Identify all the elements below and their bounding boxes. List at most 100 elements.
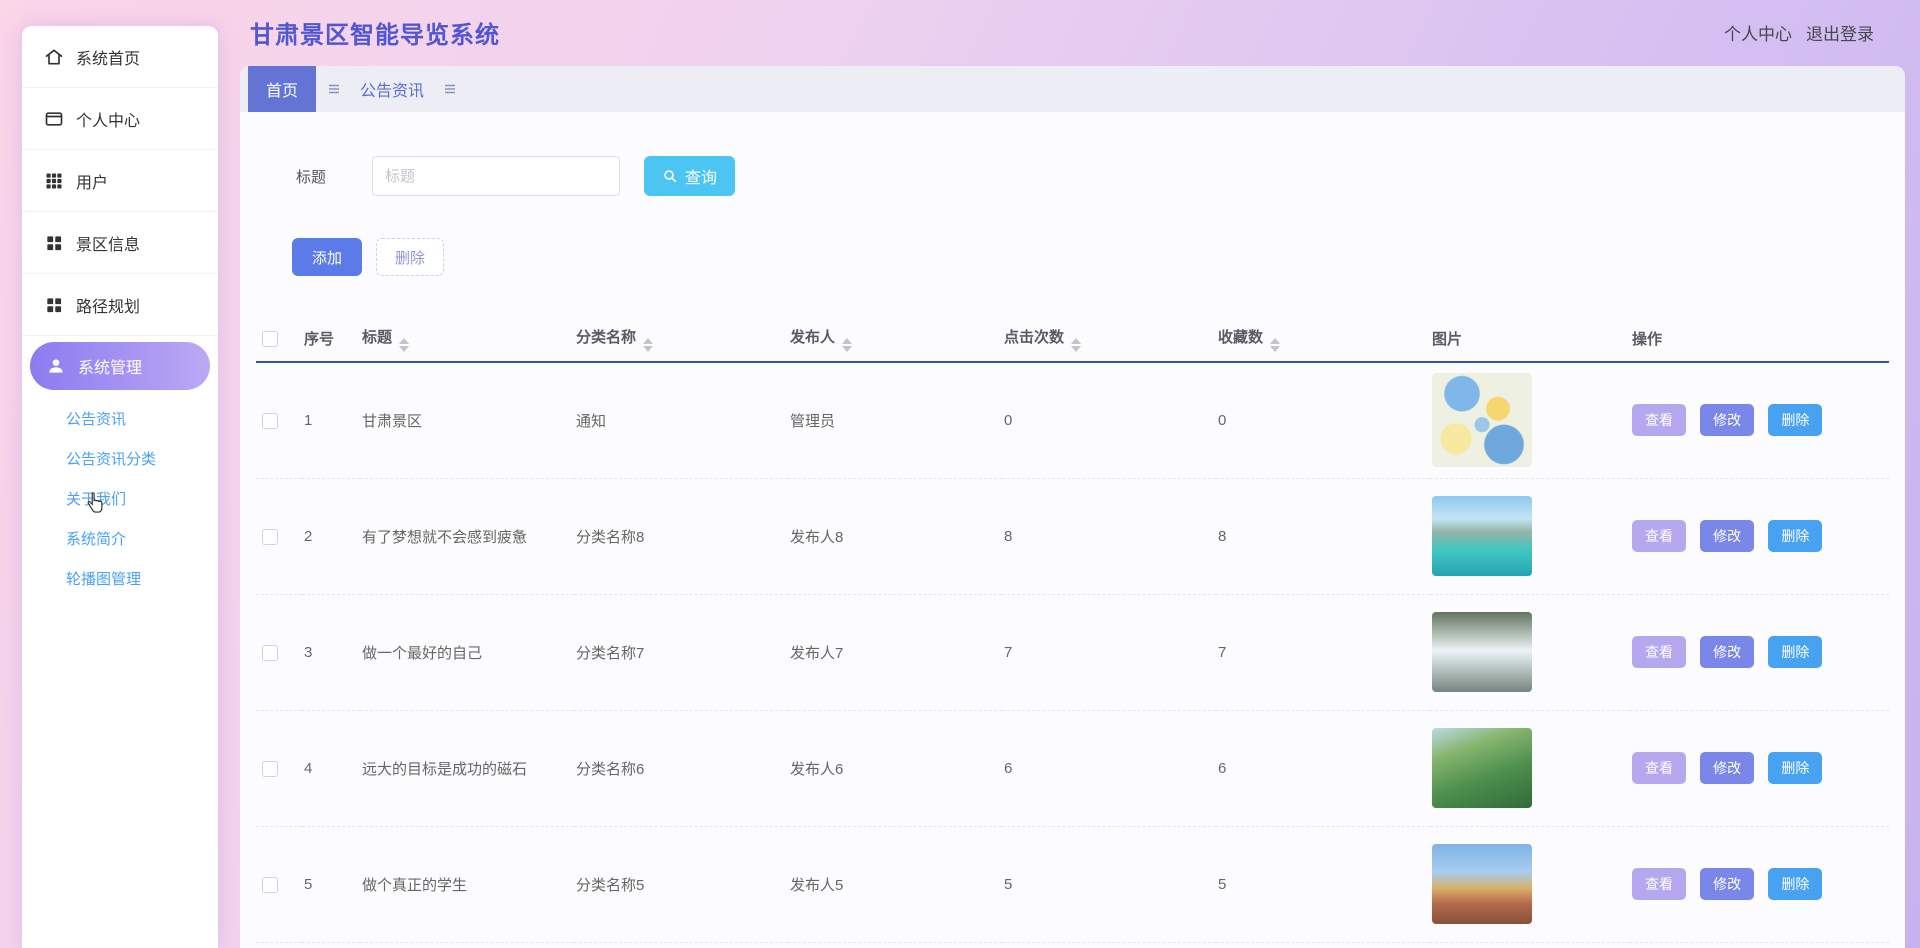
select-all-checkbox[interactable]	[262, 331, 278, 347]
tab-drag-icon	[326, 81, 342, 97]
edit-button[interactable]: 修改	[1700, 868, 1754, 900]
cell-publisher: 管理员	[788, 362, 1002, 478]
table-body: 1 甘肃景区 通知 管理员 0 0 查看 修改 删除 2 有了梦想就不会感到疲惫…	[256, 362, 1889, 942]
sidebar-item-home[interactable]: 系统首页	[22, 26, 218, 88]
row-delete-button[interactable]: 删除	[1768, 404, 1822, 436]
topbar-links: 个人中心 退出登录	[1710, 0, 1874, 64]
logout-link[interactable]: 退出登录	[1806, 20, 1874, 45]
query-button[interactable]: 查询	[644, 156, 735, 196]
profile-link[interactable]: 个人中心	[1724, 20, 1792, 45]
grid9-icon	[44, 171, 64, 191]
row-checkbox[interactable]	[262, 877, 278, 893]
delete-button[interactable]: 删除	[376, 238, 444, 276]
view-button[interactable]: 查看	[1632, 636, 1686, 668]
cell-index: 4	[302, 710, 360, 826]
sort-icon[interactable]	[1071, 338, 1081, 352]
cell-title: 做个真正的学生	[360, 826, 574, 942]
col-actions: 操作	[1630, 316, 1889, 362]
search-input[interactable]	[372, 156, 620, 196]
sidebar-item-users[interactable]: 用户	[22, 150, 218, 212]
row-delete-button[interactable]: 删除	[1768, 636, 1822, 668]
table-header-row: 序号 标题 分类名称 发布人 点击次数 收藏数 图片 操作	[256, 316, 1889, 362]
sidebar-item-label: 系统首页	[76, 45, 140, 69]
cell-publisher: 发布人8	[788, 478, 1002, 594]
sidebar-item-label: 系统管理	[78, 354, 142, 378]
sidebar-subitem-about-us[interactable]: 关于我们	[66, 478, 218, 518]
table-row: 1 甘肃景区 通知 管理员 0 0 查看 修改 删除	[256, 362, 1889, 478]
sidebar-item-label: 景区信息	[76, 231, 140, 255]
edit-button[interactable]: 修改	[1700, 404, 1754, 436]
row-image	[1432, 844, 1532, 924]
cell-category: 分类名称5	[574, 826, 788, 942]
row-image	[1432, 496, 1532, 576]
row-delete-button[interactable]: 删除	[1768, 752, 1822, 784]
tab-drag-icon	[442, 81, 458, 97]
row-delete-button[interactable]: 删除	[1768, 520, 1822, 552]
view-button[interactable]: 查看	[1632, 752, 1686, 784]
row-checkbox[interactable]	[262, 529, 278, 545]
cell-publisher: 发布人6	[788, 710, 1002, 826]
col-image: 图片	[1430, 316, 1630, 362]
cell-clicks: 6	[1002, 710, 1216, 826]
cell-clicks: 7	[1002, 594, 1216, 710]
cell-title: 有了梦想就不会感到疲惫	[360, 478, 574, 594]
system-management-submenu: 公告资讯 公告资讯分类 关于我们 系统简介 轮播图管理	[22, 390, 218, 598]
cell-favorites: 0	[1216, 362, 1430, 478]
table-row: 5 做个真正的学生 分类名称5 发布人5 5 5 查看 修改 删除	[256, 826, 1889, 942]
cell-clicks: 8	[1002, 478, 1216, 594]
cell-index: 1	[302, 362, 360, 478]
sidebar-subitem-carousel-management[interactable]: 轮播图管理	[66, 558, 218, 598]
search-icon	[662, 168, 678, 184]
cell-favorites: 8	[1216, 478, 1430, 594]
cell-publisher: 发布人7	[788, 594, 1002, 710]
add-button[interactable]: 添加	[292, 238, 362, 276]
cell-title: 远大的目标是成功的磁石	[360, 710, 574, 826]
sort-icon[interactable]	[842, 338, 852, 352]
sidebar-subitem-announcement-categories[interactable]: 公告资讯分类	[66, 438, 218, 478]
cell-category: 分类名称7	[574, 594, 788, 710]
main-content: 首页 公告资讯 标题 查询 添加 删除	[240, 66, 1905, 948]
row-delete-button[interactable]: 删除	[1768, 868, 1822, 900]
sidebar-item-route-planning[interactable]: 路径规划	[22, 274, 218, 336]
edit-button[interactable]: 修改	[1700, 636, 1754, 668]
sort-icon[interactable]	[1270, 338, 1280, 352]
row-checkbox[interactable]	[262, 761, 278, 777]
search-label: 标题	[296, 166, 326, 187]
sidebar: 系统首页 个人中心 用户 景区信息 路径规划 系统管理 公告资讯 公告资讯分类 …	[22, 26, 218, 948]
edit-button[interactable]: 修改	[1700, 520, 1754, 552]
sidebar-item-personal-center[interactable]: 个人中心	[22, 88, 218, 150]
topbar: 甘肃景区智能导览系统 个人中心 退出登录	[240, 0, 1920, 64]
cell-publisher: 发布人5	[788, 826, 1002, 942]
cell-index: 5	[302, 826, 360, 942]
cell-favorites: 7	[1216, 594, 1430, 710]
row-checkbox[interactable]	[262, 413, 278, 429]
cell-category: 分类名称6	[574, 710, 788, 826]
sidebar-item-scenic-info[interactable]: 景区信息	[22, 212, 218, 274]
cell-title: 甘肃景区	[360, 362, 574, 478]
table-row: 3 做一个最好的自己 分类名称7 发布人7 7 7 查看 修改 删除	[256, 594, 1889, 710]
toolbar: 添加 删除	[292, 238, 1905, 276]
sidebar-item-system-management[interactable]: 系统管理	[30, 342, 210, 390]
cell-title: 做一个最好的自己	[360, 594, 574, 710]
sidebar-item-label: 路径规划	[76, 293, 140, 317]
col-favorites: 收藏数	[1216, 316, 1430, 362]
sidebar-subitem-system-intro[interactable]: 系统简介	[66, 518, 218, 558]
user-icon	[46, 356, 66, 376]
table-row: 2 有了梦想就不会感到疲惫 分类名称8 发布人8 8 8 查看 修改 删除	[256, 478, 1889, 594]
cell-clicks: 0	[1002, 362, 1216, 478]
view-button[interactable]: 查看	[1632, 404, 1686, 436]
page-title: 甘肃景区智能导览系统	[250, 15, 500, 50]
sort-icon[interactable]	[643, 338, 653, 352]
col-title: 标题	[360, 316, 574, 362]
tab-announcements[interactable]: 公告资讯	[352, 66, 432, 112]
panel: 标题 查询 添加 删除 序号	[240, 112, 1905, 948]
row-checkbox[interactable]	[262, 645, 278, 661]
sort-icon[interactable]	[399, 338, 409, 352]
tab-home[interactable]: 首页	[248, 66, 316, 112]
view-button[interactable]: 查看	[1632, 520, 1686, 552]
view-button[interactable]: 查看	[1632, 868, 1686, 900]
edit-button[interactable]: 修改	[1700, 752, 1754, 784]
profile-card-icon	[44, 109, 64, 129]
cell-clicks: 5	[1002, 826, 1216, 942]
sidebar-subitem-announcements[interactable]: 公告资讯	[66, 398, 218, 438]
